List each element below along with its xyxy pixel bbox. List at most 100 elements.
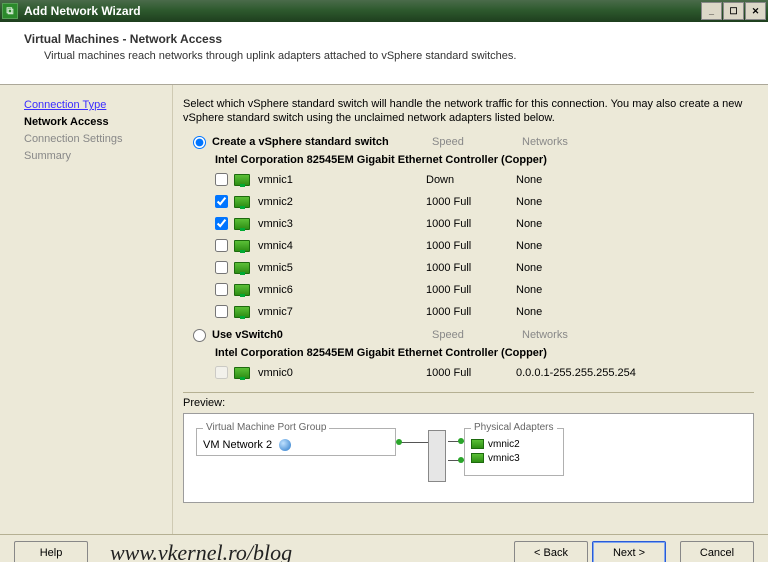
port-group-box: Virtual Machine Port Group VM Network 2 xyxy=(196,428,396,456)
connector-dot xyxy=(396,439,402,445)
vswitch-icon xyxy=(428,430,446,482)
wizard-steps-nav: Connection Type Network Access Connectio… xyxy=(0,85,172,534)
physical-adapter-row: vmnic3 xyxy=(471,453,557,464)
nic-icon xyxy=(234,262,250,274)
next-button[interactable]: Next > xyxy=(592,541,666,562)
nic-icon xyxy=(471,453,484,463)
nic-speed: 1000 Full xyxy=(426,306,516,318)
nic-icon xyxy=(234,306,250,318)
preview-box: Virtual Machine Port Group VM Network 2 … xyxy=(183,413,754,503)
maximize-button[interactable]: ☐ xyxy=(723,2,744,20)
nic-row-vmnic5[interactable]: vmnic5 1000 Full None xyxy=(183,257,754,279)
nic-speed: 1000 Full xyxy=(426,284,516,296)
window-title: Add Network Wizard xyxy=(24,4,701,18)
nic-speed: 1000 Full xyxy=(426,196,516,208)
nic-checkbox[interactable] xyxy=(215,195,228,208)
nic-row-vmnic4[interactable]: vmnic4 1000 Full None xyxy=(183,235,754,257)
nic-name: vmnic5 xyxy=(258,262,426,274)
cancel-button[interactable]: Cancel xyxy=(680,541,754,562)
nic-checkbox[interactable] xyxy=(215,239,228,252)
window-controls: _ ☐ ✕ xyxy=(701,2,766,20)
nic-speed: 1000 Full xyxy=(426,240,516,252)
nic-network: None xyxy=(516,240,542,252)
page-subtitle: Virtual machines reach networks through … xyxy=(44,50,748,62)
nic-name: vmnic2 xyxy=(258,196,426,208)
option-use-row[interactable]: Use vSwitch0 Speed Networks xyxy=(183,327,754,344)
minimize-button[interactable]: _ xyxy=(701,2,722,20)
nic-network: None xyxy=(516,284,542,296)
nic-name: vmnic1 xyxy=(258,174,426,186)
nic-row-vmnic0[interactable]: vmnic0 1000 Full 0.0.0.1-255.255.255.254 xyxy=(183,362,754,384)
create-group-label: Intel Corporation 82545EM Gigabit Ethern… xyxy=(183,151,754,169)
col-header-networks: Networks xyxy=(522,136,568,148)
nic-row-vmnic2[interactable]: vmnic2 1000 Full None xyxy=(183,191,754,213)
physical-adapters-legend: Physical Adapters xyxy=(471,422,557,433)
nic-speed: 1000 Full xyxy=(426,218,516,230)
wizard-footer: Help www.vkernel.ro/blog < Back Next > C… xyxy=(0,534,768,562)
col-header-speed: Speed xyxy=(432,136,522,148)
nav-connection-type[interactable]: Connection Type xyxy=(24,99,166,111)
nic-name: vmnic4 xyxy=(258,240,426,252)
nav-summary: Summary xyxy=(24,150,166,162)
nic-icon xyxy=(234,218,250,230)
physical-adapter-row: vmnic2 xyxy=(471,439,557,450)
nic-network: None xyxy=(516,218,542,230)
col-header-networks: Networks xyxy=(522,329,568,341)
nic-icon xyxy=(234,196,250,208)
nic-row-vmnic7[interactable]: vmnic7 1000 Full None xyxy=(183,301,754,323)
nav-network-access: Network Access xyxy=(24,116,166,128)
physical-adapter-name: vmnic3 xyxy=(488,453,520,464)
nic-icon xyxy=(234,174,250,186)
nic-row-vmnic1[interactable]: vmnic1 Down None xyxy=(183,169,754,191)
option-create-label: Create a vSphere standard switch xyxy=(212,136,432,148)
nic-network: None xyxy=(516,262,542,274)
nic-name: vmnic3 xyxy=(258,218,426,230)
instruction-text: Select which vSphere standard switch wil… xyxy=(183,97,754,126)
nic-network: None xyxy=(516,174,542,186)
physical-adapter-name: vmnic2 xyxy=(488,439,520,450)
app-icon: ⧉ xyxy=(2,3,18,19)
use-group-label: Intel Corporation 82545EM Gigabit Ethern… xyxy=(183,344,754,362)
port-group-name: VM Network 2 xyxy=(203,439,272,451)
nic-name: vmnic0 xyxy=(258,367,426,379)
nic-checkbox[interactable] xyxy=(215,283,228,296)
physical-adapters-box: Physical Adapters vmnic2 vmnic3 xyxy=(464,428,564,476)
nic-speed: Down xyxy=(426,174,516,186)
col-header-speed: Speed xyxy=(432,329,522,341)
title-bar: ⧉ Add Network Wizard _ ☐ ✕ xyxy=(0,0,768,22)
nic-row-vmnic3[interactable]: vmnic3 1000 Full None xyxy=(183,213,754,235)
nic-name: vmnic6 xyxy=(258,284,426,296)
connector-line xyxy=(398,442,428,443)
back-button[interactable]: < Back xyxy=(514,541,588,562)
nic-row-vmnic6[interactable]: vmnic6 1000 Full None xyxy=(183,279,754,301)
nic-checkbox[interactable] xyxy=(215,173,228,186)
wizard-body: Connection Type Network Access Connectio… xyxy=(0,85,768,534)
wizard-content: Select which vSphere standard switch wil… xyxy=(172,85,768,534)
nic-network: None xyxy=(516,196,542,208)
option-create-row[interactable]: Create a vSphere standard switch Speed N… xyxy=(183,134,754,151)
nic-icon xyxy=(234,240,250,252)
nav-connection-settings: Connection Settings xyxy=(24,133,166,145)
nic-icon xyxy=(234,367,250,379)
close-button[interactable]: ✕ xyxy=(745,2,766,20)
preview-label: Preview: xyxy=(183,397,754,409)
nic-network: None xyxy=(516,306,542,318)
watermark-text: www.vkernel.ro/blog xyxy=(110,540,292,562)
world-icon xyxy=(279,439,291,451)
nic-icon xyxy=(234,284,250,296)
radio-create-switch[interactable] xyxy=(193,136,206,149)
radio-use-vswitch0[interactable] xyxy=(193,329,206,342)
nic-checkbox[interactable] xyxy=(215,305,228,318)
nic-checkbox[interactable] xyxy=(215,217,228,230)
wizard-header: Virtual Machines - Network Access Virtua… xyxy=(0,22,768,85)
nic-checkbox[interactable] xyxy=(215,261,228,274)
option-use-label: Use vSwitch0 xyxy=(212,329,432,341)
page-title: Virtual Machines - Network Access xyxy=(24,32,748,46)
nic-speed: 1000 Full xyxy=(426,367,516,379)
nic-speed: 1000 Full xyxy=(426,262,516,274)
preview-section: Preview: Virtual Machine Port Group VM N… xyxy=(183,392,754,503)
nic-name: vmnic7 xyxy=(258,306,426,318)
nic-network: 0.0.0.1-255.255.255.254 xyxy=(516,367,636,379)
nic-checkbox xyxy=(215,366,228,379)
help-button[interactable]: Help xyxy=(14,541,88,562)
